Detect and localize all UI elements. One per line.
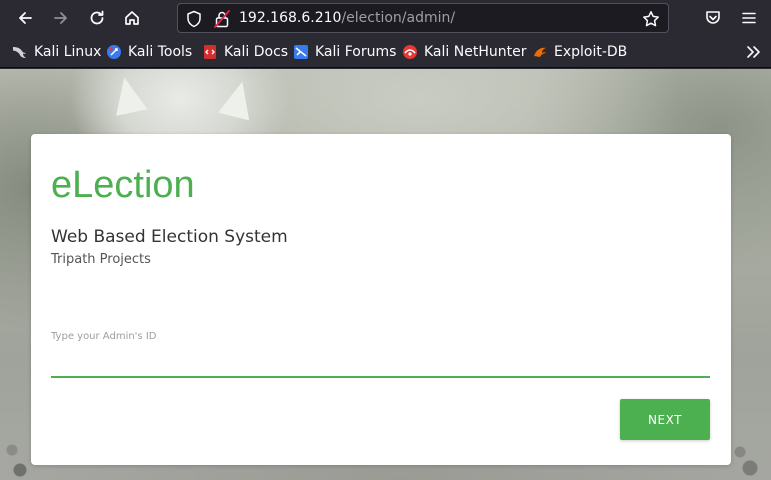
browser-toolbar: 192.168.6.210/election/admin/ (0, 0, 771, 36)
address-bar[interactable]: 192.168.6.210/election/admin/ (177, 3, 669, 33)
bookmark-star-icon[interactable] (642, 10, 660, 28)
tracking-shield-icon[interactable] (186, 10, 202, 28)
bookmark-kali-tools[interactable]: Kali Tools (106, 43, 192, 61)
home-button[interactable] (118, 4, 146, 32)
chevron-double-right-icon[interactable] (745, 43, 761, 61)
kali-nethunter-icon (403, 45, 417, 59)
kali-docs-icon (204, 45, 216, 59)
bookmark-label: Exploit-DB (554, 44, 628, 60)
bookmark-label: Kali Docs (224, 44, 289, 60)
hamburger-menu-icon (742, 12, 756, 24)
reload-button[interactable] (83, 4, 111, 32)
bookmark-label: Kali Tools (128, 44, 193, 60)
bookmark-kali-linux[interactable]: Kali Linux (12, 43, 101, 61)
admin-id-input[interactable] (51, 346, 710, 378)
pocket-icon (706, 11, 720, 24)
login-card: eLection Web Based Election System Tripa… (31, 134, 731, 465)
home-icon (125, 11, 139, 25)
bookmark-kali-docs[interactable]: Kali Docs (202, 43, 288, 61)
background-wolf-ear (218, 77, 258, 121)
insecure-lock-icon[interactable] (214, 10, 230, 28)
url-path: /election/admin/ (341, 10, 456, 26)
kali-forums-icon (294, 45, 308, 59)
bookmark-label: Kali NetHunter (424, 44, 527, 60)
admin-id-label: Type your Admin's ID (51, 331, 157, 342)
pocket-button[interactable] (699, 4, 727, 32)
bookmark-kali-nethunter[interactable]: Kali NetHunter (402, 43, 526, 61)
bookmark-label: Kali Linux (34, 44, 102, 60)
arrow-right-icon (54, 12, 67, 24)
arrow-left-icon (19, 12, 32, 24)
kali-tools-icon (107, 45, 121, 59)
forward-button[interactable] (47, 4, 75, 32)
url-text[interactable]: 192.168.6.210/election/admin/ (239, 9, 455, 27)
bookmarks-toolbar: Kali Linux Kali Tools Kali Docs Kali For… (0, 36, 771, 68)
bookmark-label: Kali Forums (315, 44, 397, 60)
bookmark-kali-forums[interactable]: Kali Forums (293, 43, 396, 61)
app-subtitle: Web Based Election System (51, 227, 288, 247)
kali-dragon-icon (13, 47, 26, 58)
next-button[interactable]: NEXT (620, 399, 710, 440)
reload-icon (90, 10, 104, 25)
app-brand-title: eLection (51, 164, 195, 206)
bookmark-exploit-db[interactable]: Exploit-DB (532, 43, 627, 61)
background-wolf-ear (108, 74, 148, 116)
exploit-db-icon (534, 47, 546, 57)
page-viewport: eLection Web Based Election System Tripa… (0, 69, 771, 480)
page-scrollbar[interactable] (763, 69, 771, 480)
company-name: Tripath Projects (51, 252, 151, 267)
back-button[interactable] (11, 4, 39, 32)
app-menu-button[interactable] (735, 4, 763, 32)
url-host: 192.168.6.210 (239, 10, 342, 26)
